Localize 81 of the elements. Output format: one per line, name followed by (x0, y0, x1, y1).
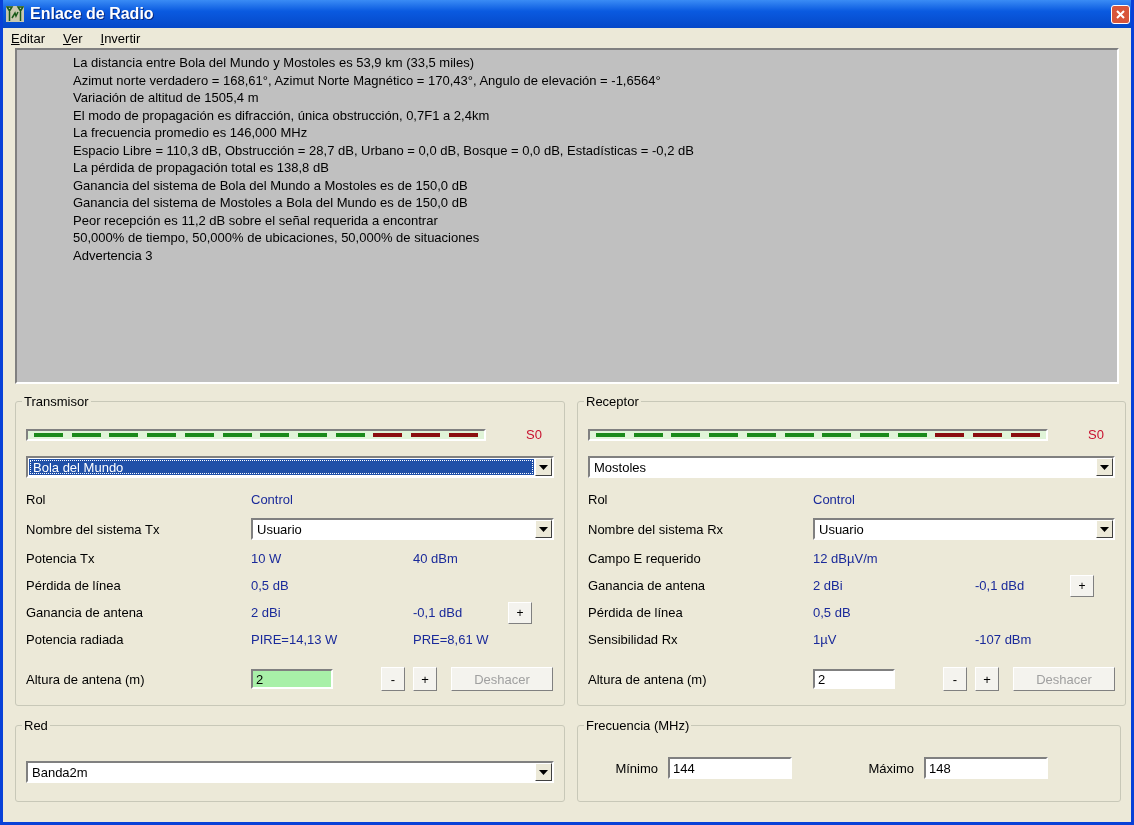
window-title: Enlace de Radio (30, 5, 155, 23)
step-button[interactable]: - (381, 667, 405, 691)
field-value: 40 dBm (413, 551, 459, 566)
field-value: 0,5 dB (813, 605, 852, 620)
report-line: Ganancia del sistema de Mostoles a Bola del Mundo es de 150,0 dB (73, 194, 469, 212)
site-dropdown[interactable]: Bola del Mundo (26, 456, 554, 478)
field-value: PRE=8,61 W (413, 632, 490, 647)
antenna-height-field[interactable]: 2 (813, 669, 895, 689)
close-button[interactable] (1111, 4, 1130, 24)
field-value: 0,5 dB (251, 578, 290, 593)
field-label: Rol (26, 492, 47, 507)
field-label: Potencia Tx (26, 551, 96, 566)
antenna-height-field[interactable]: 2 (251, 669, 333, 689)
field-label: Mínimo (614, 760, 658, 776)
field-value: -0,1 dBd (975, 578, 1026, 593)
dropdown-arrow-button[interactable] (535, 458, 552, 476)
frequency-field[interactable]: 148 (924, 757, 1048, 779)
field-label: Potencia radiada (26, 632, 125, 647)
plus-button[interactable]: + (1070, 574, 1094, 597)
plus-button[interactable]: + (508, 601, 532, 624)
group-title: Receptor (585, 394, 640, 409)
site-dropdown[interactable]: Mostoles (588, 456, 1115, 478)
dropdown-arrow-button[interactable] (535, 520, 552, 538)
system-dropdown[interactable]: Usuario (813, 518, 1115, 540)
field-label: Nombre del sistema Rx (588, 521, 725, 537)
field-value: -107 dBm (975, 632, 1033, 647)
down-triangle-icon (539, 464, 548, 470)
menu-item[interactable]: Editar (9, 30, 47, 46)
group-title: Frecuencia (MHz) (585, 718, 691, 733)
down-triangle-icon (1100, 464, 1109, 470)
report-line: Ganancia del sistema de Bola del Mundo a Mostoles es de 150,0 dB (73, 176, 469, 194)
report-line: Azimut norte verdadero = 168,61°, Azimut Norte Magnético = 170,43°, Angulo de elevación = -1,6564° (73, 71, 662, 89)
field-value: 2 dBi (813, 578, 844, 593)
down-triangle-icon (539, 769, 548, 775)
menu-item[interactable]: Ver (60, 30, 85, 46)
field-label: Rol (588, 492, 609, 507)
dropdown-arrow-button[interactable] (1096, 520, 1113, 538)
report-line: 50,000% de tiempo, 50,000% de ubicaciones, 50,000% de situaciones (73, 229, 481, 247)
step-button[interactable]: + (975, 667, 999, 691)
report-line: El modo de propagación es difracción, única obstrucción, 0,7F1 a 2,4km (73, 106, 491, 124)
field-label: Ganancia de antena (26, 605, 145, 620)
group-title: Red (23, 718, 49, 733)
network-dropdown[interactable]: Banda2m (26, 761, 554, 783)
report-line: Advertencia 3 (73, 246, 154, 264)
field-value: Control (813, 492, 856, 507)
field-label: Máximo (867, 760, 914, 776)
dropdown-arrow-button[interactable] (535, 763, 552, 781)
step-button[interactable]: + (413, 667, 437, 691)
frequency-field[interactable]: 144 (668, 757, 792, 779)
field-value: 10 W (251, 551, 283, 566)
antenna-icon (6, 6, 24, 22)
system-dropdown[interactable]: Usuario (251, 518, 554, 540)
field-label: Altura de antena (m) (588, 671, 708, 687)
down-triangle-icon (1100, 526, 1109, 532)
report-line: Variación de altitud de 1505,4 m (73, 89, 260, 107)
field-label: Pérdida de línea (26, 578, 122, 593)
report-line: La distancia entre Bola del Mundo y Mostoles es 53,9 km (33,5 miles) (73, 54, 476, 72)
field-label: Campo E requerido (588, 551, 702, 566)
field-label: Pérdida de línea (588, 605, 684, 620)
down-triangle-icon (539, 526, 548, 532)
report-line: La frecuencia promedio es 146,000 MHz (73, 124, 309, 142)
field-value: 12 dBµV/m (813, 551, 879, 566)
field-label: Ganancia de antena (588, 578, 707, 593)
report-line: La pérdida de propagación total es 138,8 dB (73, 159, 330, 177)
field-label: Sensibilidad Rx (588, 632, 679, 647)
step-button[interactable]: - (943, 667, 967, 691)
report-line: Espacio Libre = 110,3 dB, Obstrucción = 28,7 dB, Urbano = 0,0 dB, Bosque = 0,0 dB, Estadísticas = -0,2 dB (73, 141, 695, 159)
signal-reading: S0 (526, 427, 542, 442)
group-title: Transmisor (23, 394, 90, 409)
field-value: 1µV (813, 632, 838, 647)
field-value: -0,1 dBd (413, 605, 464, 620)
field-label: Altura de antena (m) (26, 671, 146, 687)
field-label: Nombre del sistema Tx (26, 521, 161, 537)
report-line: Peor recepción es 11,2 dB sobre el señal requerida a encontrar (73, 211, 439, 229)
signal-reading: S0 (1088, 427, 1104, 442)
field-value: Control (251, 492, 294, 507)
close-icon (1116, 9, 1125, 19)
field-value: 2 dBi (251, 605, 282, 620)
field-value: PIRE=14,13 W (251, 632, 339, 647)
menu-item[interactable]: Invertir (98, 30, 143, 46)
dropdown-arrow-button[interactable] (1096, 458, 1113, 476)
